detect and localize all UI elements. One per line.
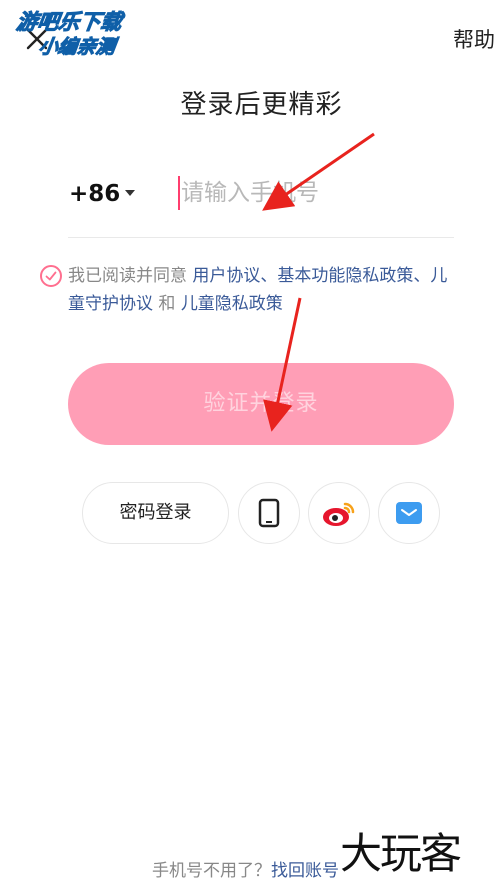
corner-watermark: 大玩客 xyxy=(340,829,462,878)
email-login-button[interactable] xyxy=(378,482,440,544)
recover-account-link[interactable]: 找回账号 xyxy=(271,861,339,881)
agreement: 我已阅读并同意 用户协议、基本功能隐私政策、儿童守护协议 和 儿童隐私政策 xyxy=(40,262,460,318)
phone-login-button[interactable] xyxy=(238,482,300,544)
agree-checkbox[interactable] xyxy=(40,265,62,287)
password-login-button[interactable]: 密码登录 xyxy=(82,482,229,544)
privacy-policy-link[interactable]: 基本功能隐私政策 xyxy=(277,266,413,286)
page-title: 登录后更精彩 xyxy=(180,90,343,120)
weibo-icon xyxy=(323,502,355,526)
help-link[interactable]: 帮助 xyxy=(453,24,495,54)
watermark-line2: 小编亲测 xyxy=(37,36,117,59)
agreement-prefix: 我已阅读并同意 xyxy=(68,266,193,286)
phone-input[interactable] xyxy=(177,174,447,212)
watermark-line1: 游吧乐下载 xyxy=(14,10,124,35)
user-agreement-link[interactable]: 用户协议 xyxy=(192,266,260,286)
country-code-selector[interactable]: +86 xyxy=(69,181,120,207)
verify-login-button[interactable]: 验证并登录 xyxy=(68,363,454,445)
agreement-sep1: 、 xyxy=(260,266,278,286)
weibo-login-button[interactable] xyxy=(308,482,370,544)
agreement-text: 我已阅读并同意 用户协议、基本功能隐私政策、儿童守护协议 和 儿童隐私政策 xyxy=(40,262,460,318)
watermark-logo: 游吧乐下载 小编亲测 xyxy=(10,10,158,70)
recover-account-row: 手机号不用了？找回账号 xyxy=(152,856,339,881)
agreement-and: 和 xyxy=(153,294,181,314)
agreement-sep2: 、 xyxy=(413,266,431,286)
child-privacy-link[interactable]: 儿童隐私政策 xyxy=(181,294,283,314)
mail-icon xyxy=(396,502,422,524)
recover-prefix: 手机号不用了？ xyxy=(152,861,271,881)
phone-input-row: +86 xyxy=(68,168,454,238)
mobile-phone-icon xyxy=(258,498,280,528)
chevron-down-icon[interactable] xyxy=(125,190,135,196)
